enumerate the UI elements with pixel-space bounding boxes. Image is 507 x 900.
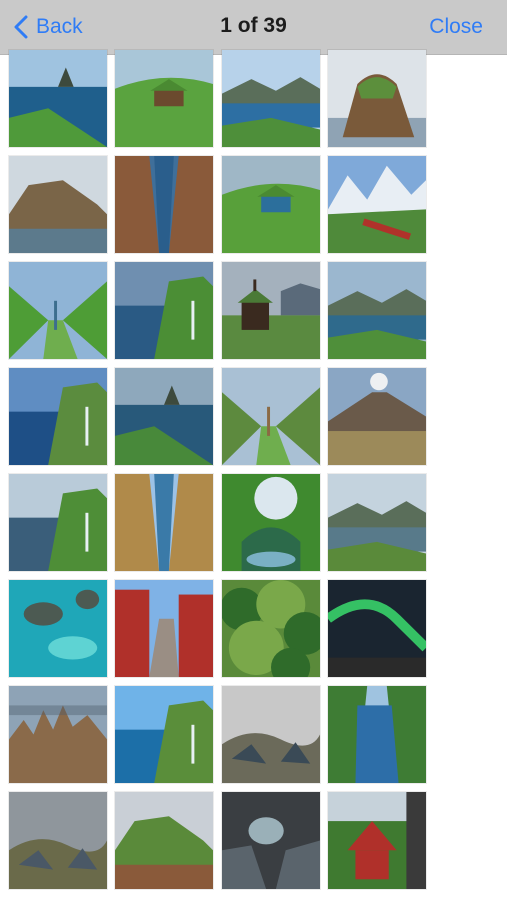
photo-green-cliff-island[interactable] xyxy=(328,50,426,147)
photo-alpine-train[interactable] xyxy=(328,156,426,253)
photo-volcano-llamas[interactable] xyxy=(328,368,426,465)
photo-sea-cliff-rocks[interactable] xyxy=(222,686,320,783)
navigation-bar: Back 1 of 39 Close xyxy=(0,0,507,55)
photo-red-house-street[interactable] xyxy=(115,580,213,677)
photo-turf-houses-bay[interactable] xyxy=(222,156,320,253)
photo-canyon-lake[interactable] xyxy=(115,474,213,571)
photo-green-peninsula[interactable] xyxy=(115,792,213,889)
photo-aurora-night[interactable] xyxy=(328,580,426,677)
photo-turf-roof-village[interactable] xyxy=(115,50,213,147)
photo-turquoise-lagoon[interactable] xyxy=(9,580,107,677)
photo-fjord-viewpoint[interactable] xyxy=(328,474,426,571)
close-button[interactable]: Close xyxy=(429,15,483,39)
photo-canyon-river[interactable] xyxy=(115,156,213,253)
photo-green-arch-pool[interactable] xyxy=(222,474,320,571)
photo-waterfall-sea[interactable] xyxy=(115,686,213,783)
photo-fjord-islands[interactable] xyxy=(222,50,320,147)
photo-stormy-coast[interactable] xyxy=(9,792,107,889)
photo-rock-pinnacles[interactable] xyxy=(9,686,107,783)
photo-mountain-fjord[interactable] xyxy=(328,262,426,359)
photo-coastal-cliffs-sea[interactable] xyxy=(9,368,107,465)
photo-forest-canopy[interactable] xyxy=(222,580,320,677)
photo-valley-village[interactable] xyxy=(9,262,107,359)
photo-waterfall-cliff[interactable] xyxy=(9,474,107,571)
photo-trollanes-cliff[interactable] xyxy=(115,368,213,465)
photo-lake-town[interactable] xyxy=(328,686,426,783)
photo-red-cabin[interactable] xyxy=(328,792,426,889)
photo-sea-cave[interactable] xyxy=(222,792,320,889)
photo-waterfall-valley[interactable] xyxy=(222,368,320,465)
photo-sea-stack-coast[interactable] xyxy=(9,50,107,147)
photo-black-church[interactable] xyxy=(222,262,320,359)
photo-cliff-lighthouse[interactable] xyxy=(115,262,213,359)
photo-rocky-headland[interactable] xyxy=(9,156,107,253)
